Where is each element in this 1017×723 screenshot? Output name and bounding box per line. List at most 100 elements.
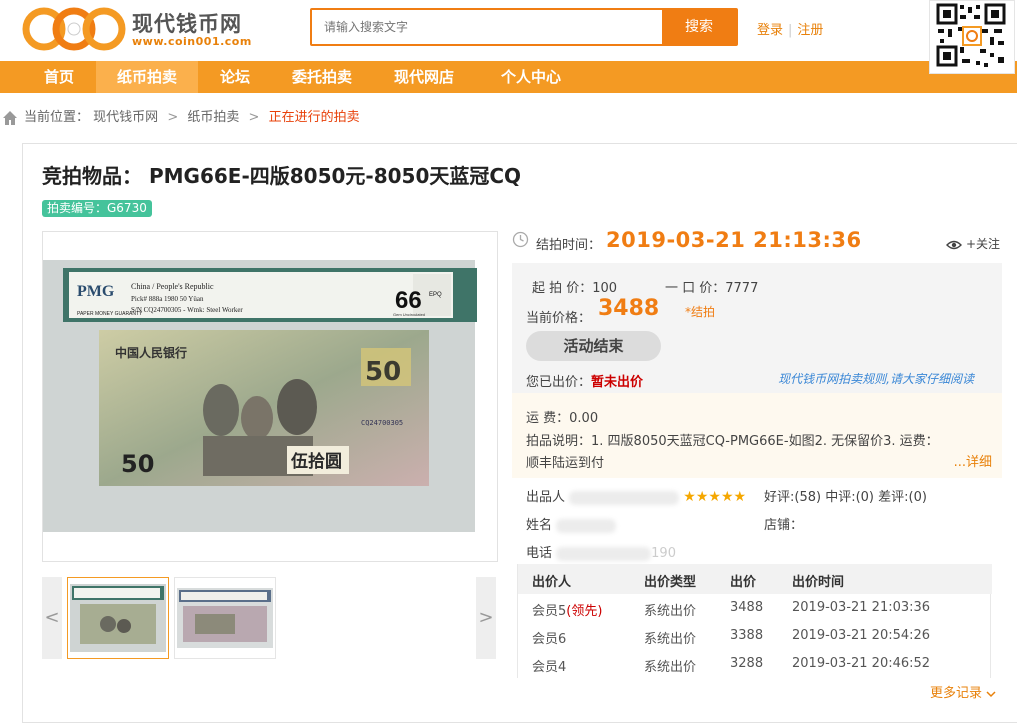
bid-table-header: 出价人 出价类型 出价 出价时间 bbox=[518, 564, 992, 594]
nav-consign-auction[interactable]: 委托拍卖 bbox=[272, 61, 372, 93]
auth-links: 登录 | 注册 bbox=[757, 19, 823, 38]
seller-row: 出品人 ★★★★★ bbox=[526, 486, 746, 505]
more-records-link[interactable]: 更多记录 bbox=[930, 682, 996, 701]
shipping-value: 0.00 bbox=[569, 411, 599, 426]
register-link[interactable]: 注册 bbox=[797, 23, 823, 38]
detail-link[interactable]: ...详细 bbox=[954, 451, 992, 470]
auction-ended-button[interactable]: 活动结束 bbox=[526, 331, 661, 361]
follow-label: +关注 bbox=[965, 237, 1000, 251]
star-icon: ★ bbox=[695, 489, 709, 505]
end-time-value: 2019-03-21 21:13:36 bbox=[606, 228, 862, 252]
logo-title: 现代钱币网 bbox=[132, 12, 242, 36]
site-header: 现代钱币网 www.coin001.com 搜索 登录 | 注册 bbox=[0, 0, 1017, 74]
pmg-grade: 66 bbox=[395, 287, 422, 314]
bid-price: 3488 bbox=[730, 600, 764, 615]
note-denom-bottom: 50 bbox=[121, 450, 154, 478]
breadcrumb-arrow: > bbox=[248, 110, 260, 125]
breadcrumb-prefix: 当前位置： bbox=[24, 110, 90, 125]
thumb-prev-button[interactable]: < bbox=[42, 577, 62, 659]
shipping-fee: 运 费：0.00 bbox=[526, 407, 598, 426]
thumbnail-1-image bbox=[70, 584, 166, 652]
bid-type: 系统出价 bbox=[644, 632, 697, 647]
nav-forum[interactable]: 论坛 bbox=[198, 61, 272, 93]
bidder-name: 会员4 bbox=[532, 660, 567, 675]
buyout-price-label: 一 口 价： bbox=[665, 281, 726, 296]
name-label: 姓名 bbox=[526, 518, 553, 533]
seller-name-row: 姓名 bbox=[526, 514, 617, 533]
nav-online-shop[interactable]: 现代网店 bbox=[372, 61, 476, 93]
leading-tag: (领先) bbox=[566, 604, 603, 619]
col-bid-time: 出价时间 bbox=[792, 575, 845, 590]
site-logo[interactable]: 现代钱币网 www.coin001.com bbox=[22, 4, 262, 54]
star-icon: ★ bbox=[720, 489, 734, 505]
price-panel: 起 拍 价：100 一 口 价：7777 当前价格： 3488 *结拍 活动结束… bbox=[512, 263, 1002, 393]
start-price: 起 拍 价：100 bbox=[532, 277, 617, 296]
more-records-label: 更多记录 bbox=[930, 686, 983, 701]
search-input[interactable] bbox=[312, 10, 662, 44]
shop-label: 店铺： bbox=[764, 518, 804, 533]
breadcrumb: 当前位置： 现代钱币网 > 纸币拍卖 > 正在进行的拍卖 bbox=[0, 106, 600, 130]
pmg-line3: S/N CQ24700305 - Wmk: Steel Worker bbox=[131, 306, 243, 314]
thumb-next-button[interactable]: > bbox=[476, 577, 496, 659]
thumbnail-2-image bbox=[177, 588, 273, 648]
pmg-line1: China / People's Republic bbox=[131, 282, 214, 291]
pmg-small: PAPER MONEY GUARANTY bbox=[77, 311, 143, 317]
bid-time: 2019-03-21 20:46:52 bbox=[792, 656, 931, 671]
main-image[interactable]: PMG China / People's Republic Pick# 888a… bbox=[42, 231, 498, 562]
your-bid: 您已出价：暂未出价 bbox=[526, 371, 643, 390]
search-box: 搜索 bbox=[310, 8, 738, 46]
star-icon: ★ bbox=[708, 489, 721, 505]
buyout-price-value: 7777 bbox=[725, 281, 759, 296]
end-time-label: 结拍时间： bbox=[536, 238, 602, 253]
start-price-value: 100 bbox=[592, 281, 618, 296]
seller-label: 出品人 bbox=[526, 490, 566, 505]
breadcrumb-auction[interactable]: 纸币拍卖 bbox=[187, 110, 239, 125]
breadcrumb-arrow: > bbox=[167, 110, 179, 125]
bidder-name: 会员6 bbox=[532, 632, 567, 647]
star-icon: ★ bbox=[683, 489, 696, 505]
pmg-grade-note: Gem Uncirculated bbox=[393, 312, 425, 317]
follow-button[interactable]: +关注 bbox=[946, 235, 1000, 252]
start-price-label: 起 拍 价： bbox=[532, 281, 593, 296]
star-icon: ★ bbox=[733, 489, 747, 505]
thumbnail-strip: < > bbox=[42, 577, 496, 659]
desc-text: 1. 四版8050天蓝冠CQ-PMG66E-如图2. 无保留价3. 运费： bbox=[591, 434, 939, 449]
thumbnail-2[interactable] bbox=[174, 577, 276, 659]
nav-home[interactable]: 首页 bbox=[22, 61, 96, 93]
col-bid-price: 出价 bbox=[730, 575, 757, 590]
current-price-value: 3488 bbox=[598, 296, 660, 321]
title-label: 竞拍物品： bbox=[42, 164, 142, 188]
closed-tag: *结拍 bbox=[685, 305, 716, 319]
nav-banknote-auction[interactable]: 纸币拍卖 bbox=[96, 61, 198, 93]
col-bid-type: 出价类型 bbox=[644, 575, 697, 590]
banknote-image: PMG China / People's Republic Pick# 888a… bbox=[43, 232, 497, 561]
bidder-name: 会员5(领先) bbox=[532, 604, 603, 619]
note-bank-name: 中国人民银行 bbox=[115, 345, 187, 360]
seller-info: 出品人 ★★★★★ 好评:(58) 中评:(0) 差评:(0) 姓名 店铺： 电… bbox=[512, 480, 1002, 561]
bid-time: 2019-03-21 21:03:36 bbox=[792, 600, 931, 615]
bid-price: 3388 bbox=[730, 628, 764, 643]
pmg-line2: Pick# 888a 1980 50 Yüan bbox=[131, 295, 204, 303]
home-icon bbox=[3, 111, 17, 125]
auction-rules-link[interactable]: 现代钱币网拍卖规则,请大家仔细阅读 bbox=[778, 370, 974, 387]
bid-price: 3288 bbox=[730, 656, 764, 671]
coin-rings-logo-icon bbox=[22, 7, 126, 51]
buyout-price: 一 口 价：7777 bbox=[665, 277, 758, 296]
lot-number-badge: 拍卖编号：G6730 bbox=[42, 200, 152, 217]
page-title: 竞拍物品： PMG66E-四版8050元-8050天蓝冠CQ bbox=[42, 160, 521, 189]
phone-tail: 190 bbox=[651, 546, 676, 561]
qr-code-icon bbox=[936, 3, 1006, 69]
thumbnail-1[interactable] bbox=[67, 577, 169, 659]
search-button[interactable]: 搜索 bbox=[662, 10, 736, 44]
your-bid-label: 您已出价： bbox=[526, 375, 592, 390]
phone-blurred bbox=[556, 546, 652, 561]
nav-user-center[interactable]: 个人中心 bbox=[476, 61, 586, 93]
your-bid-value: 暂未出价 bbox=[591, 375, 644, 390]
auth-divider: | bbox=[788, 23, 793, 38]
breadcrumb-current[interactable]: 正在进行的拍卖 bbox=[269, 110, 360, 125]
breadcrumb-home[interactable]: 现代钱币网 bbox=[93, 110, 158, 125]
login-link[interactable]: 登录 bbox=[757, 23, 783, 38]
pmg-grade-suffix: EPQ bbox=[429, 292, 442, 298]
note-serial: CQ24700305 bbox=[361, 419, 403, 427]
desc-line-2: 顺丰陆运到付 bbox=[526, 456, 605, 471]
